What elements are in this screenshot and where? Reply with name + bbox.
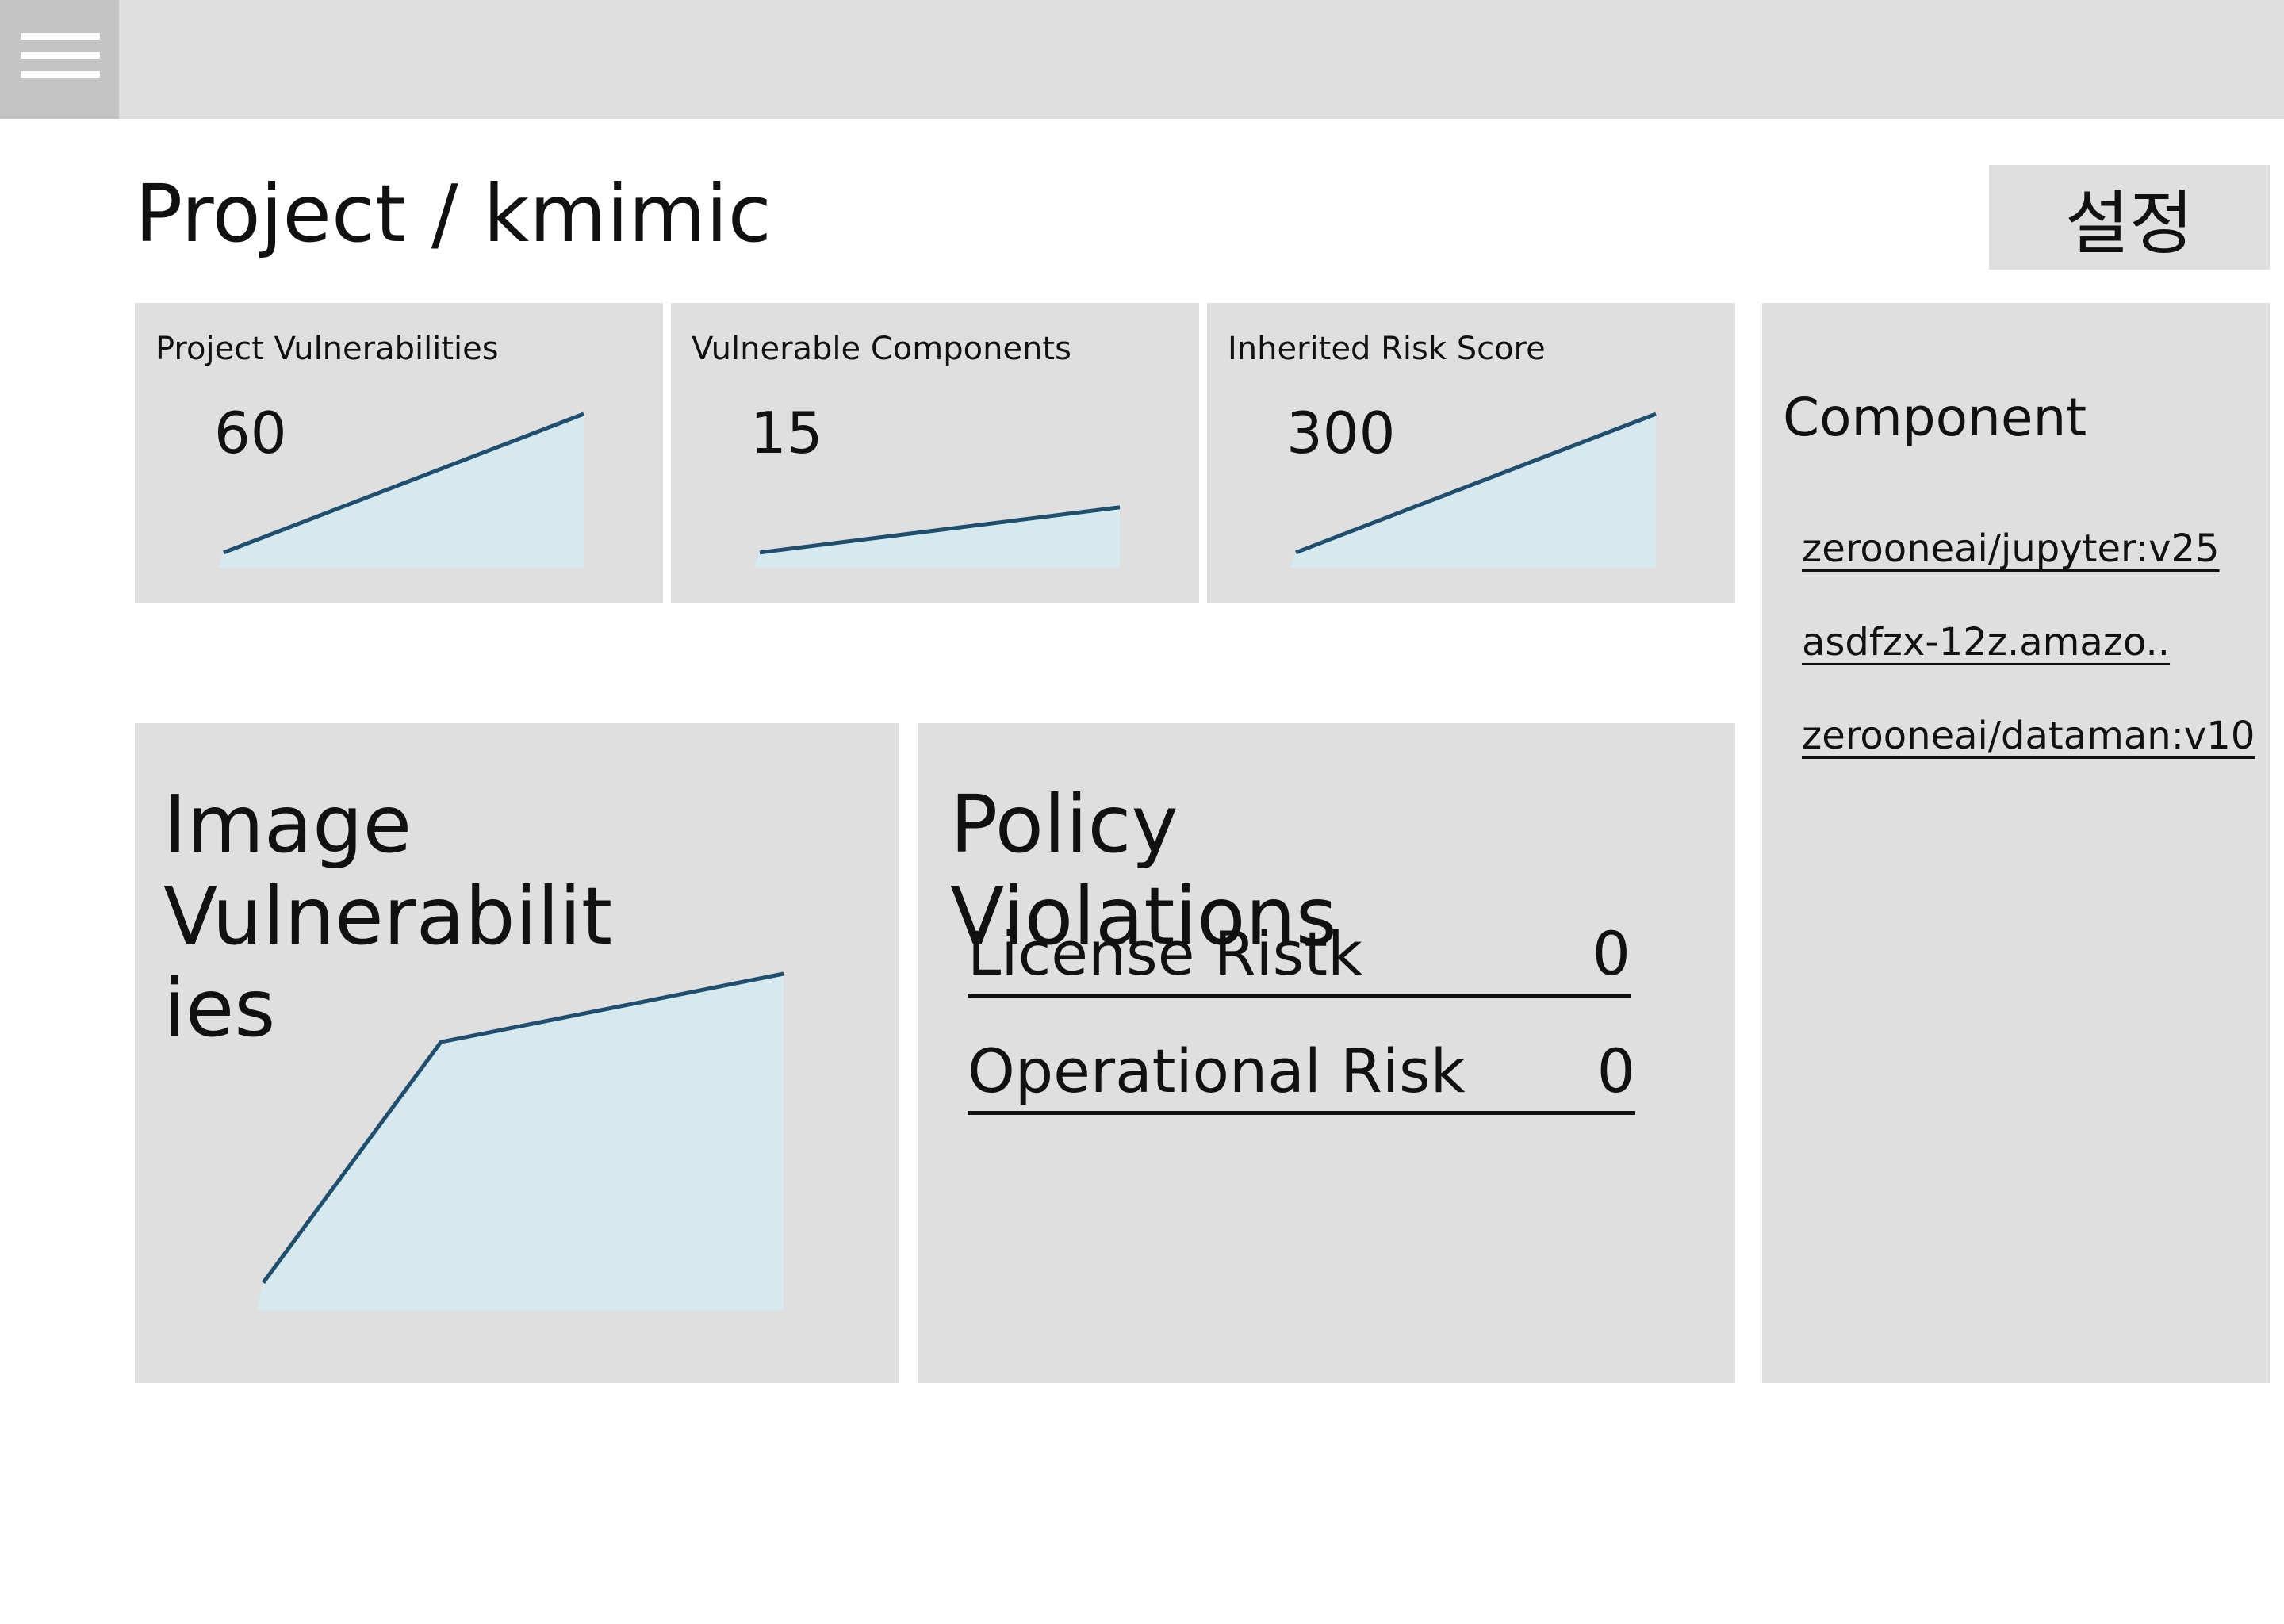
- menu-line: [21, 33, 100, 40]
- trend-sparkline: [1290, 412, 1657, 568]
- image-vulnerabilities-chart: [257, 971, 784, 1310]
- policy-value: 0: [1592, 918, 1631, 989]
- policy-violations-panel: Policy Violations License Ristk 0 Operat…: [918, 723, 1735, 1383]
- component-link[interactable]: zerooneai/jupyter:v25: [1802, 523, 2220, 574]
- component-heading: Component: [1783, 387, 2087, 448]
- stat-card-project-vulnerabilities[interactable]: Project Vulnerabilities 60: [135, 303, 663, 603]
- trend-sparkline: [217, 412, 584, 568]
- menu-line: [21, 71, 100, 78]
- heading-line: Policy: [950, 778, 1178, 871]
- policy-value: 0: [1596, 1036, 1635, 1106]
- page-title: Project / kmimic: [135, 167, 772, 260]
- settings-button[interactable]: 설정: [1989, 165, 2270, 270]
- menu-line: [21, 52, 100, 59]
- stat-card-vulnerable-components[interactable]: Vulnerable Components 15: [671, 303, 1199, 603]
- top-bar: [0, 0, 2284, 119]
- image-vulnerabilities-panel: Image Vulnerabilit ies: [135, 723, 899, 1383]
- hamburger-menu-icon[interactable]: [0, 0, 119, 119]
- trend-sparkline: [753, 505, 1121, 568]
- trend-area: [753, 507, 1120, 568]
- component-link[interactable]: asdfzx-12z.amazo..: [1802, 617, 2170, 668]
- trend-area: [257, 974, 784, 1310]
- policy-label: Operational Risk: [968, 1036, 1466, 1106]
- policy-row-license-risk[interactable]: License Ristk 0: [968, 914, 1631, 998]
- policy-label: License Ristk: [968, 918, 1363, 989]
- stat-card-inherited-risk-score[interactable]: Inherited Risk Score 300: [1207, 303, 1735, 603]
- policy-row-operational-risk[interactable]: Operational Risk 0: [968, 1031, 1635, 1115]
- component-panel: Component zerooneai/jupyter:v25 asdfzx-1…: [1762, 303, 2270, 1383]
- component-link[interactable]: zerooneai/dataman:v10: [1802, 710, 2255, 761]
